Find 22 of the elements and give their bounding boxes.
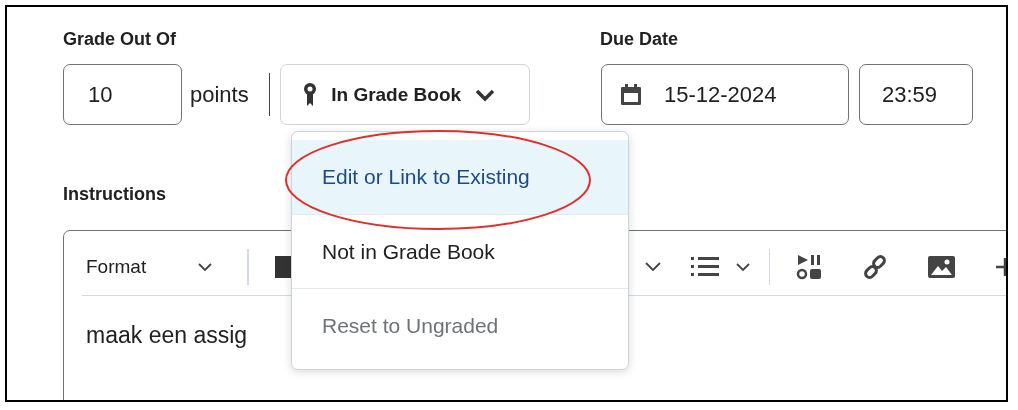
grade-book-dropdown[interactable]: In Grade Book bbox=[280, 64, 531, 125]
ribbon-icon bbox=[303, 82, 318, 107]
link-icon[interactable] bbox=[862, 254, 889, 280]
chevron-down-icon bbox=[475, 87, 496, 102]
date-input[interactable]: 15-12-2024 bbox=[601, 64, 849, 125]
image-icon[interactable] bbox=[928, 256, 956, 278]
unit-label: points bbox=[190, 81, 249, 108]
menu-item[interactable]: Not in Grade Book bbox=[292, 214, 628, 288]
list-icon[interactable] bbox=[690, 255, 719, 279]
field-label: Due Date bbox=[600, 28, 680, 50]
time-input[interactable]: 23:59 bbox=[859, 64, 973, 125]
field-label: Instructions bbox=[63, 183, 167, 205]
chevron-down-icon[interactable] bbox=[644, 262, 661, 272]
points-input[interactable]: 10 bbox=[63, 64, 182, 125]
field-label: Grade Out Of bbox=[63, 28, 177, 50]
chevron-down-icon bbox=[198, 262, 213, 272]
format-dropdown[interactable]: Format bbox=[82, 256, 213, 278]
editor-text[interactable]: maak een assig bbox=[86, 322, 248, 349]
calendar-icon bbox=[620, 83, 642, 106]
media-icon[interactable] bbox=[796, 254, 823, 280]
chevron-down-icon[interactable] bbox=[735, 262, 750, 272]
menu-item[interactable]: Edit or Link to Existing bbox=[292, 140, 628, 214]
